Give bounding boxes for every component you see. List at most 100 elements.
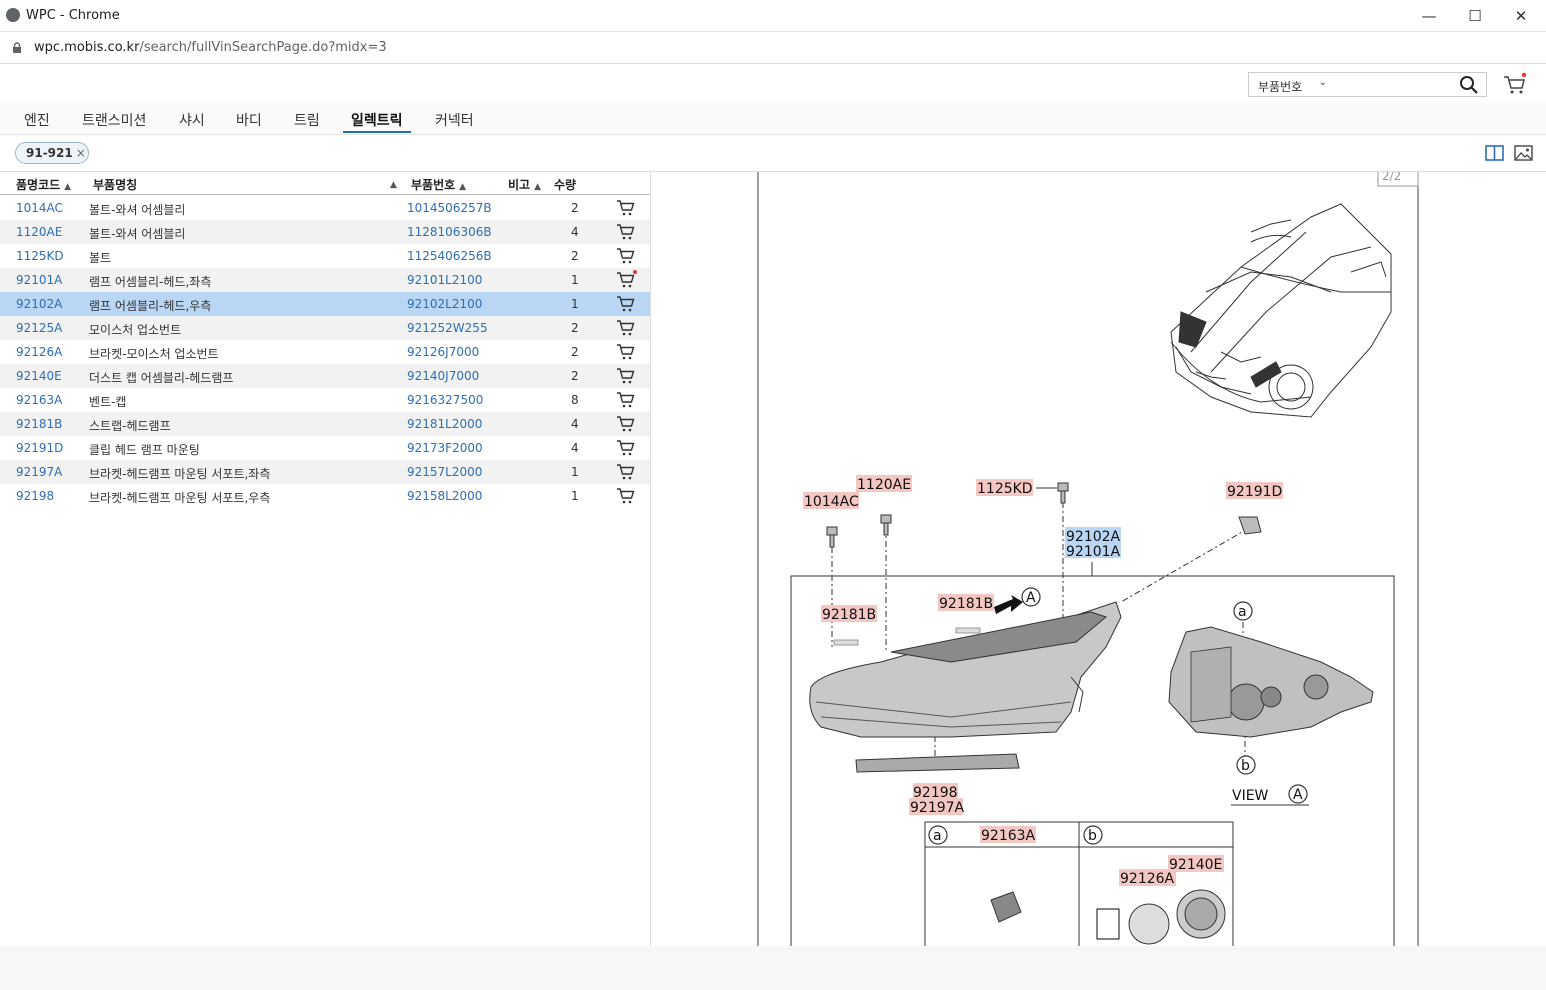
callout-1125KD[interactable]: 1125KD: [977, 481, 1033, 497]
tab-chassis[interactable]: 샤시: [179, 110, 205, 130]
part-name: 클립 헤드 램프 마운팅: [89, 443, 200, 457]
table-row[interactable]: 1120AE 볼트-와셔 어셈블리 1128106306B 4: [0, 220, 650, 244]
callout-92126A[interactable]: 92126A: [1120, 871, 1175, 887]
col-code[interactable]: 품명코드 ▲︎: [16, 176, 71, 193]
part-number-link[interactable]: 1014506257B: [407, 201, 492, 215]
add-to-cart-icon[interactable]: [616, 222, 636, 241]
part-number-link[interactable]: 92140J7000: [407, 369, 479, 383]
table-row[interactable]: 92125A 모이스처 업소번트 921252W255 2: [0, 316, 650, 340]
part-number-link[interactable]: 92158L2000: [407, 489, 482, 503]
part-number-link[interactable]: 1128106306B: [407, 225, 492, 239]
table-row[interactable]: 92140E 더스트 캡 어셈블리-헤드램프 92140J7000 2: [0, 364, 650, 388]
chrome-icon: [6, 8, 20, 22]
search-type-select[interactable]: 부품번호 ⌄: [1248, 72, 1336, 97]
add-to-cart-icon[interactable]: [616, 342, 636, 361]
part-name: 브라켓-헤드램프 마운팅 서포트,우측: [89, 491, 271, 505]
add-to-cart-icon[interactable]: [616, 414, 636, 433]
image-view-icon[interactable]: [1514, 145, 1533, 161]
table-row[interactable]: 92191D 클립 헤드 램프 마운팅 92173F2000 4: [0, 436, 650, 460]
ref-view-a: A: [1293, 787, 1303, 803]
table-row[interactable]: 1014AC 볼트-와셔 어셈블리 1014506257B 2: [0, 196, 650, 220]
add-to-cart-icon[interactable]: [616, 390, 636, 409]
cart-icon[interactable]: [1502, 72, 1528, 96]
part-number-link[interactable]: 92157L2000: [407, 465, 482, 479]
part-number-link[interactable]: 1125406256B: [407, 249, 492, 263]
part-number-link[interactable]: 92181L2000: [407, 417, 482, 431]
close-button[interactable]: ✕: [1498, 0, 1544, 32]
part-code-link[interactable]: 92102A: [16, 297, 62, 311]
part-code-link[interactable]: 92197A: [16, 465, 62, 479]
part-number-link[interactable]: 921252W255: [407, 321, 488, 335]
tab-electric[interactable]: 일렉트릭: [351, 110, 403, 130]
table-row[interactable]: 92197A 브라켓-헤드램프 마운팅 서포트,좌측 92157L2000 1: [0, 460, 650, 484]
table-row[interactable]: 92181B 스트랩-헤드램프 92181L2000 4: [0, 412, 650, 436]
tab-body[interactable]: 바디: [236, 110, 262, 130]
add-to-cart-icon[interactable]: [616, 318, 636, 337]
add-to-cart-icon[interactable]: [616, 294, 636, 313]
filter-chip[interactable]: 91-921 ×: [15, 142, 89, 164]
callout-92140E[interactable]: 92140E: [1169, 857, 1222, 873]
car-illustration: [1170, 203, 1392, 418]
part-code-link[interactable]: 92125A: [16, 321, 62, 335]
col-name[interactable]: 부품명칭: [93, 176, 137, 193]
part-code-link[interactable]: 92140E: [16, 369, 62, 383]
maximize-button[interactable]: ☐: [1452, 0, 1498, 32]
table-row[interactable]: 1125KD 볼트 1125406256B 2: [0, 244, 650, 268]
part-code-link[interactable]: 1125KD: [16, 249, 64, 263]
callout-92101A[interactable]: 92101A: [1066, 544, 1121, 560]
table-row[interactable]: 92102A 램프 어셈블리-헤드,우측 92102L2100 1: [0, 292, 650, 316]
part-number-link[interactable]: 9216327500: [407, 393, 483, 407]
col-name-sort[interactable]: ▲︎: [386, 176, 397, 190]
quantity: 1: [571, 297, 579, 311]
part-name: 볼트-와셔 어셈블리: [89, 227, 186, 241]
callout-92191D[interactable]: 92191D: [1227, 484, 1282, 500]
sort-icon: ▲︎: [390, 180, 397, 190]
add-to-cart-icon[interactable]: [616, 462, 636, 481]
table-row[interactable]: 92101A 램프 어셈블리-헤드,좌측 92101L2100 1: [0, 268, 650, 292]
part-code-link[interactable]: 92101A: [16, 273, 62, 287]
part-number-link[interactable]: 92173F2000: [407, 441, 483, 455]
part-code-link[interactable]: 92163A: [16, 393, 62, 407]
col-qty[interactable]: 수량: [554, 176, 576, 193]
col-part-no[interactable]: 부품번호 ▲︎: [411, 176, 466, 193]
callout-92197A[interactable]: 92197A: [910, 800, 965, 816]
chip-close-icon[interactable]: ×: [76, 146, 86, 160]
callout-92181B-top[interactable]: 92181B: [939, 596, 993, 612]
part-code-link[interactable]: 1120AE: [16, 225, 62, 239]
part-number-link[interactable]: 92101L2100: [407, 273, 482, 287]
part-name: 램프 어셈블리-헤드,우측: [89, 299, 212, 313]
callout-1120AE[interactable]: 1120AE: [857, 477, 911, 493]
url-text: wpc.mobis.co.kr/search/fullVinSearchPage…: [34, 40, 387, 55]
part-code-link[interactable]: 92126A: [16, 345, 62, 359]
add-to-cart-icon[interactable]: [616, 486, 636, 505]
add-to-cart-icon[interactable]: [616, 438, 636, 457]
part-number-link[interactable]: 92126J7000: [407, 345, 479, 359]
callout-1014AC[interactable]: 1014AC: [804, 494, 859, 510]
part-code-link[interactable]: 92181B: [16, 417, 62, 431]
split-view-icon[interactable]: [1485, 145, 1504, 161]
table-row[interactable]: 92198 브라켓-헤드램프 마운팅 서포트,우측 92158L2000 1: [0, 484, 650, 508]
add-to-cart-icon[interactable]: [616, 246, 636, 265]
add-to-cart-icon[interactable]: [616, 198, 636, 217]
part-name: 모이스처 업소번트: [89, 323, 182, 337]
search-icon[interactable]: [1458, 74, 1480, 96]
tab-engine[interactable]: 엔진: [24, 110, 50, 130]
table-row[interactable]: 92163A 벤트-캡 9216327500 8: [0, 388, 650, 412]
tab-transmission[interactable]: 트랜스미션: [82, 110, 146, 130]
tab-trim[interactable]: 트림: [294, 110, 320, 130]
minimize-button[interactable]: —: [1406, 0, 1452, 32]
tab-connector[interactable]: 커넥터: [435, 110, 474, 130]
ref-a-small: a: [1238, 604, 1247, 620]
table-row[interactable]: 92126A 브라켓-모이스처 업소번트 92126J7000 2: [0, 340, 650, 364]
add-to-cart-icon[interactable]: [616, 270, 637, 289]
address-bar[interactable]: wpc.mobis.co.kr/search/fullVinSearchPage…: [0, 32, 1546, 64]
quantity: 4: [571, 441, 579, 455]
add-to-cart-icon[interactable]: [616, 366, 636, 385]
part-code-link[interactable]: 92191D: [16, 441, 63, 455]
part-code-link[interactable]: 92198: [16, 489, 54, 503]
callout-92181B-left[interactable]: 92181B: [822, 607, 876, 623]
part-code-link[interactable]: 1014AC: [16, 201, 63, 215]
part-number-link[interactable]: 92102L2100: [407, 297, 482, 311]
col-note[interactable]: 비고 ▲︎: [508, 176, 541, 193]
callout-92163A[interactable]: 92163A: [981, 828, 1036, 844]
